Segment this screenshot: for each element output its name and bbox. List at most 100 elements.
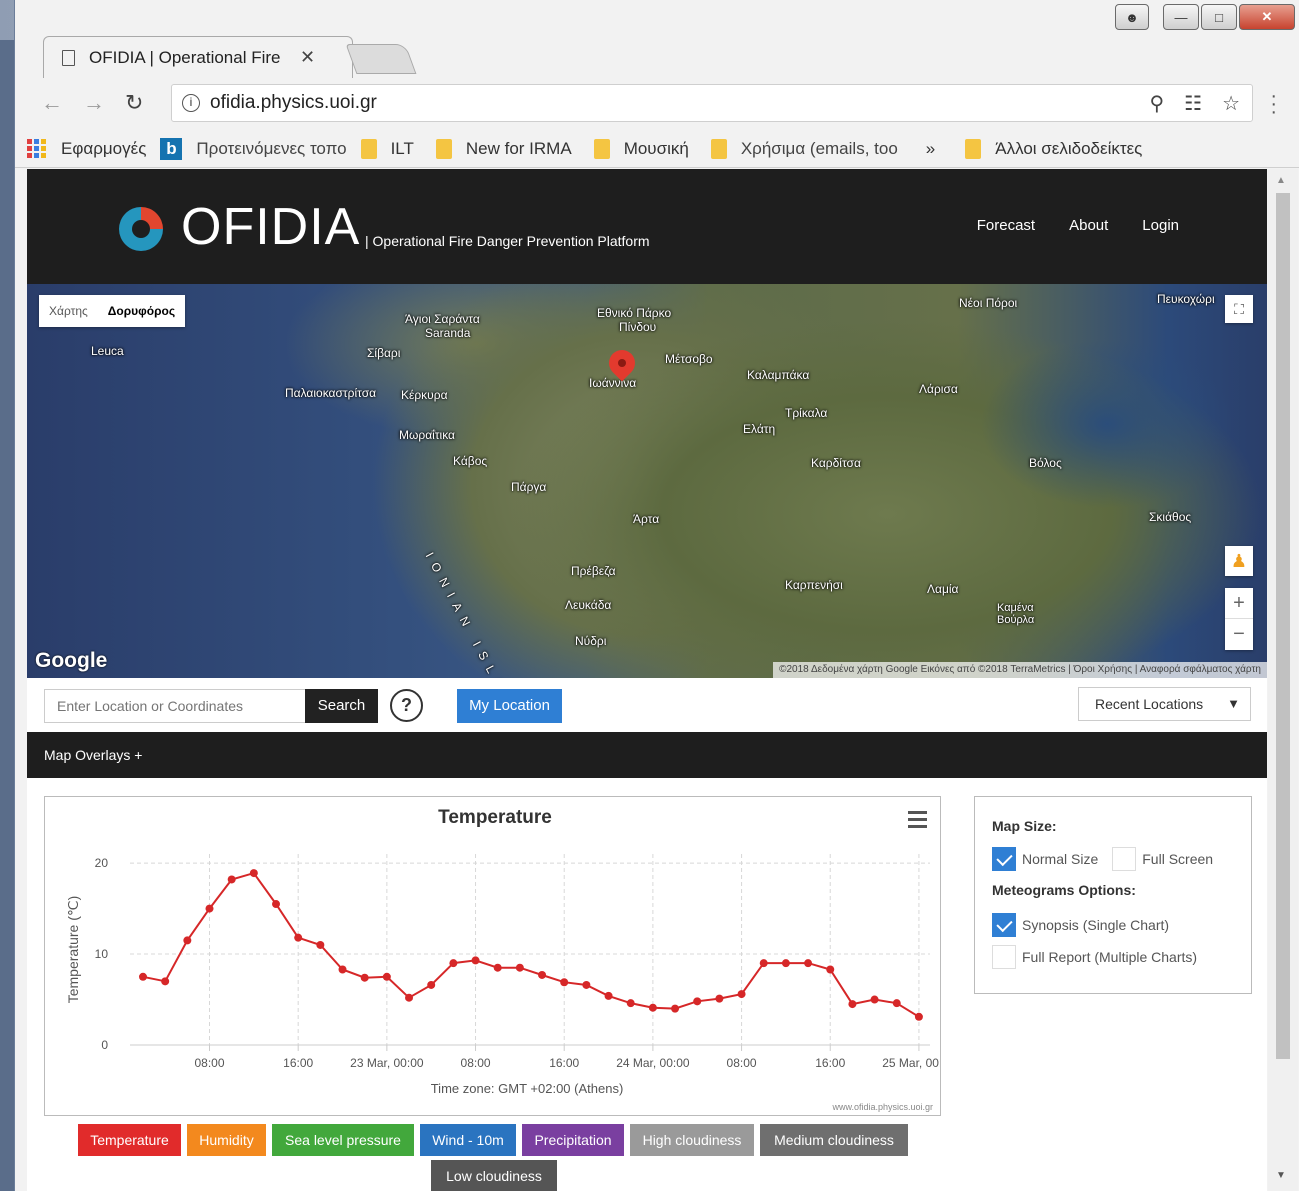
zoom-out-icon[interactable]: − bbox=[1225, 619, 1253, 650]
zoom-control: + − bbox=[1225, 588, 1253, 650]
map-label: Σκιάθος bbox=[1149, 510, 1192, 524]
temperature-data-point bbox=[892, 999, 901, 1008]
recent-locations-dropdown[interactable]: Recent Locations ▼ bbox=[1078, 687, 1251, 721]
top-nav: Forecast About Login bbox=[977, 217, 1179, 234]
map-type-toggle: Χάρτης Δορυφόρος bbox=[39, 295, 186, 327]
my-location-button[interactable]: My Location bbox=[457, 689, 562, 723]
temperature-data-point bbox=[338, 965, 347, 974]
bookmark-music[interactable]: Μουσική bbox=[624, 139, 689, 159]
site-brand[interactable]: OFIDIA bbox=[181, 197, 360, 257]
map-attribution[interactable]: ©2018 Δεδομένα χάρτη Google Εικόνες από … bbox=[773, 662, 1267, 678]
temperature-data-point bbox=[582, 980, 591, 989]
translate-icon[interactable]: ☷ bbox=[1184, 91, 1202, 116]
scrollbar-thumb[interactable] bbox=[1276, 193, 1290, 1059]
reload-icon[interactable]: ↻ bbox=[125, 90, 143, 116]
url-text: ofidia.physics.uoi.gr bbox=[210, 92, 377, 113]
chart-credit: www.ofidia.physics.uoi.gr bbox=[831, 1102, 933, 1112]
map-label: Νύδρι bbox=[575, 634, 607, 648]
close-tab-icon[interactable]: ✕ bbox=[300, 47, 315, 68]
temperature-data-point bbox=[759, 959, 768, 968]
map-type-satellite[interactable]: Δορυφόρος bbox=[98, 295, 185, 327]
chart-menu-icon[interactable] bbox=[908, 811, 927, 832]
new-tab-button[interactable] bbox=[345, 44, 417, 74]
info-icon[interactable]: i bbox=[182, 94, 200, 112]
omnibox[interactable]: i ofidia.physics.uoi.gr ⚲ ☷ ☆ bbox=[171, 84, 1253, 122]
minimize-button[interactable]: — bbox=[1163, 4, 1199, 30]
zoom-in-icon[interactable]: + bbox=[1225, 588, 1253, 619]
back-arrow-icon[interactable]: ← bbox=[41, 90, 63, 116]
bookmark-irma[interactable]: New for IRMA bbox=[466, 139, 572, 159]
x-tick-label: 25 Mar, 00:00 bbox=[882, 1056, 940, 1070]
sea-level-pressure-button[interactable]: Sea level pressure bbox=[272, 1124, 414, 1156]
folder-icon bbox=[710, 138, 727, 159]
bookmark-ilt[interactable]: ILT bbox=[391, 139, 414, 159]
bookmark-suggested[interactable]: Προτεινόμενες τοπο bbox=[196, 139, 346, 159]
site-header: OFIDIA | Operational Fire Danger Prevent… bbox=[27, 169, 1267, 284]
fullscreen-icon[interactable]: ⛶ bbox=[1225, 295, 1253, 323]
browser-tab[interactable]: OFIDIA | Operational Fire ✕ bbox=[43, 36, 353, 78]
temperature-data-point bbox=[781, 959, 790, 968]
caret-down-icon: ▼ bbox=[1227, 696, 1240, 711]
map-label: Λαμία bbox=[927, 582, 959, 596]
bookmark-other[interactable]: Άλλοι σελιδοδείκτες bbox=[995, 139, 1142, 159]
map-size-heading: Map Size: bbox=[992, 818, 1057, 834]
temperature-data-point bbox=[914, 1012, 923, 1021]
map-label: Πίνδου bbox=[619, 320, 657, 334]
full-report-checkbox[interactable] bbox=[992, 945, 1016, 969]
help-icon[interactable]: ? bbox=[390, 689, 423, 722]
location-search-input[interactable] bbox=[44, 689, 306, 723]
low-cloudiness-button[interactable]: Low cloudiness bbox=[431, 1160, 557, 1191]
map-label: Βόλος bbox=[1029, 456, 1062, 470]
synopsis-label[interactable]: Synopsis (Single Chart) bbox=[1022, 917, 1169, 933]
menu-kebab-icon[interactable]: · · · bbox=[1270, 86, 1277, 122]
map-overlays-toggle[interactable]: Map Overlays + bbox=[27, 732, 1267, 778]
search-button[interactable]: Search bbox=[305, 689, 378, 723]
full-screen-label[interactable]: Full Screen bbox=[1142, 851, 1213, 867]
medium-cloudiness-button[interactable]: Medium cloudiness bbox=[760, 1124, 908, 1156]
star-icon[interactable]: ☆ bbox=[1222, 91, 1240, 116]
normal-size-checkbox[interactable] bbox=[992, 847, 1016, 871]
nav-login[interactable]: Login bbox=[1142, 217, 1179, 234]
temperature-data-point bbox=[427, 980, 436, 989]
zoom-icon[interactable]: ⚲ bbox=[1149, 91, 1164, 116]
full-report-label[interactable]: Full Report (Multiple Charts) bbox=[1022, 949, 1197, 965]
user-icon[interactable]: ☻ bbox=[1115, 4, 1149, 30]
bookmark-useful[interactable]: Χρήσιμα (emails, too bbox=[741, 139, 898, 159]
satellite-map[interactable]: Χάρτης Δορυφόρος ⛶ Άγιοι Σαράντα Saranda… bbox=[27, 284, 1267, 697]
scroll-down-icon[interactable]: ▼ bbox=[1276, 1170, 1286, 1181]
forward-arrow-icon[interactable]: → bbox=[83, 90, 105, 116]
chart-title: Temperature bbox=[438, 807, 552, 828]
folder-icon bbox=[593, 138, 610, 159]
wind-10m-button[interactable]: Wind - 10m bbox=[420, 1124, 516, 1156]
temperature-data-point bbox=[294, 933, 303, 942]
temperature-data-point bbox=[715, 994, 724, 1003]
temperature-series-line bbox=[142, 871, 920, 1018]
temperature-button[interactable]: Temperature bbox=[78, 1124, 181, 1156]
synopsis-checkbox[interactable] bbox=[992, 913, 1016, 937]
temperature-data-point bbox=[870, 995, 879, 1004]
humidity-button[interactable]: Humidity bbox=[187, 1124, 266, 1156]
normal-size-label[interactable]: Normal Size bbox=[1022, 851, 1098, 867]
map-label: Καρδίτσα bbox=[811, 456, 861, 470]
address-bar-row: ← → ↻ i ofidia.physics.uoi.gr ⚲ ☷ ☆ · · · bbox=[15, 78, 1299, 130]
nav-forecast[interactable]: Forecast bbox=[977, 217, 1035, 234]
precipitation-button[interactable]: Precipitation bbox=[522, 1124, 624, 1156]
close-window-button[interactable]: ✕ bbox=[1239, 4, 1295, 30]
high-cloudiness-button[interactable]: High cloudiness bbox=[630, 1124, 754, 1156]
bookmarks-overflow-icon[interactable]: » bbox=[926, 139, 935, 159]
map-label: Ιωάννινα bbox=[589, 376, 637, 390]
page-scrollbar[interactable]: ▲ ▼ bbox=[1268, 169, 1298, 1191]
scroll-up-icon[interactable]: ▲ bbox=[1276, 175, 1286, 186]
map-label: Εθνικό Πάρκο bbox=[597, 306, 672, 320]
map-type-map[interactable]: Χάρτης bbox=[39, 295, 98, 327]
pegman-icon[interactable]: ♟ bbox=[1225, 546, 1253, 576]
map-label: Κέρκυρα bbox=[401, 388, 448, 402]
bookmark-apps[interactable]: Εφαρμογές bbox=[61, 139, 146, 159]
nav-about[interactable]: About bbox=[1069, 217, 1108, 234]
full-screen-checkbox[interactable] bbox=[1112, 847, 1137, 871]
map-label: Πρέβεζα bbox=[571, 564, 616, 578]
maximize-button[interactable]: □ bbox=[1201, 4, 1237, 30]
x-tick-label: 23 Mar, 00:00 bbox=[350, 1056, 424, 1070]
temperature-data-point bbox=[693, 997, 702, 1006]
tab-title: OFIDIA | Operational Fire bbox=[89, 47, 281, 67]
